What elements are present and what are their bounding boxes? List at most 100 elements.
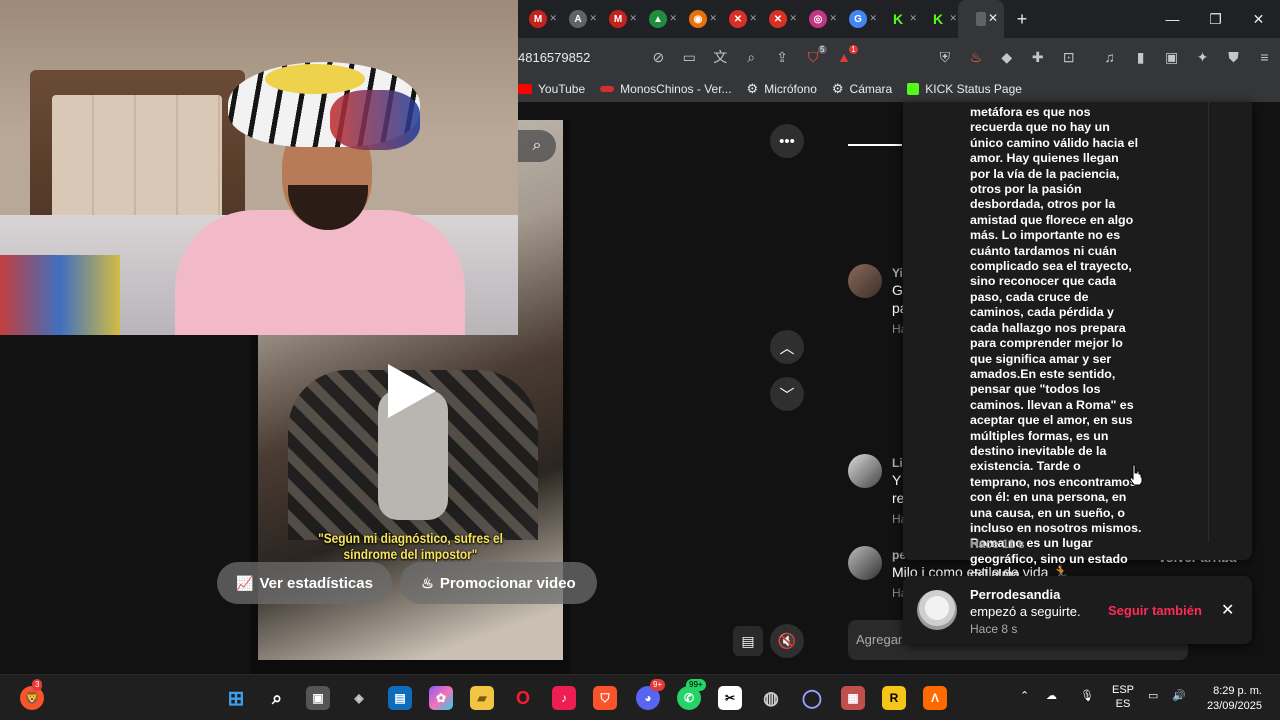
microphone-icon[interactable]: 🎙: [1080, 689, 1094, 703]
diamond-icon[interactable]: ◆: [991, 49, 1022, 66]
close-icon[interactable]: ✕: [1221, 600, 1234, 620]
share-icon[interactable]: ⇪: [767, 49, 798, 66]
system-clock[interactable]: 8:29 p. m. 23/09/2025: [1196, 684, 1262, 714]
pip-button[interactable]: ▤: [733, 626, 763, 656]
browser-tab-active[interactable]: ✕: [958, 0, 1004, 38]
tab-close-icon[interactable]: ✕: [589, 13, 597, 24]
tab-close-icon[interactable]: ✕: [988, 11, 998, 25]
search-button[interactable]: ⌕: [518, 130, 556, 162]
browser-tab[interactable]: G ✕: [838, 0, 878, 38]
tab-close-icon[interactable]: ✕: [869, 13, 877, 24]
zoom-icon[interactable]: ⌕: [736, 49, 767, 66]
network-icon[interactable]: ☁: [1046, 689, 1057, 703]
browser-tab[interactable]: ◉ ✕: [678, 0, 718, 38]
next-video-button[interactable]: ﹀: [770, 377, 804, 411]
file-explorer-icon[interactable]: ▰: [470, 686, 494, 710]
language-indicator[interactable]: ESP ES: [1110, 683, 1136, 711]
tiktok-icon[interactable]: ♪: [552, 686, 576, 710]
tab-close-icon[interactable]: ✕: [629, 13, 637, 24]
unity-icon[interactable]: ◈: [347, 686, 371, 710]
obs-icon[interactable]: ◍: [759, 686, 783, 710]
tab-close-icon[interactable]: ✕: [549, 13, 557, 24]
bookmark-microfono[interactable]: ⚙ Micrófono: [747, 81, 817, 97]
leo-ai-icon[interactable]: ✦: [1187, 49, 1218, 66]
browser-tab[interactable]: K ✕: [918, 0, 958, 38]
tab-close-icon[interactable]: ✕: [709, 13, 717, 24]
tab-close-icon[interactable]: ✕: [749, 13, 757, 24]
bookmarks-bar: YouTube MonosChinos - Ver... ⚙ Micrófono …: [518, 76, 1280, 102]
windows-start-icon[interactable]: ⊞: [224, 686, 248, 710]
maximize-button[interactable]: ❐: [1194, 0, 1237, 38]
view-stats-button[interactable]: 📈 Ver estadísticas: [217, 562, 392, 604]
opera-gx-icon[interactable]: O: [511, 686, 535, 710]
address-bar[interactable]: 4816579852: [518, 50, 643, 65]
browser-tab[interactable]: ✕ ✕: [718, 0, 758, 38]
brave-shields-icon[interactable]: ⛉ 5: [798, 44, 829, 66]
gear-icon: ⚙: [746, 81, 759, 96]
bookmark-monoschinos[interactable]: MonosChinos - Ver...: [600, 82, 732, 96]
tray-chevron-icon[interactable]: ⌃: [1020, 689, 1029, 703]
vpn-icon[interactable]: ⛊: [1218, 49, 1249, 66]
follower-name[interactable]: Perrodesandia: [970, 587, 1060, 602]
capcut-icon[interactable]: ✂: [718, 686, 742, 710]
browser-tab[interactable]: ▲ ✕: [638, 0, 678, 38]
browser-tab[interactable]: M ✕: [598, 0, 638, 38]
bookmark-camara[interactable]: ⚙ Cámara: [832, 81, 892, 97]
comment-text: Y: [892, 472, 902, 488]
media-icon[interactable]: ♫: [1094, 49, 1125, 65]
extensions-icon[interactable]: ✚: [1022, 49, 1053, 66]
minimize-button[interactable]: —: [1151, 0, 1194, 38]
browser-toolbar: 4816579852 ⊘ ▭ 文 ⌕ ⇪ ⛉ 5 ▲ 1 ⛨ ♨ ◆ ✚ ⊡ ♫ ▮…: [518, 38, 1280, 76]
wallet-icon[interactable]: ▣: [1156, 49, 1187, 66]
app-icon[interactable]: ▦: [841, 686, 865, 710]
more-options-button[interactable]: •••: [770, 124, 804, 158]
sidebar-icon[interactable]: ▮: [1125, 49, 1156, 66]
comment-author[interactable]: Li: [892, 456, 903, 470]
play-icon[interactable]: [388, 364, 436, 418]
search-icon[interactable]: ⌕: [265, 686, 289, 710]
aimp-icon[interactable]: Λ: [923, 686, 947, 710]
promote-video-button[interactable]: ♨ Promocionar video: [400, 562, 597, 604]
vpn-shield-icon[interactable]: ⛨: [929, 49, 960, 66]
screenshot-icon[interactable]: ⊡: [1053, 49, 1084, 66]
brave-rewards-icon[interactable]: ▲ 1: [829, 45, 860, 65]
avatar[interactable]: [848, 264, 882, 298]
clock-date: 23/09/2025: [1206, 700, 1262, 712]
cast-icon[interactable]: ▭: [674, 49, 705, 66]
mute-button[interactable]: 🔇: [770, 624, 804, 658]
avatar[interactable]: [848, 454, 882, 488]
comment-author[interactable]: Yi: [892, 266, 903, 280]
avatar[interactable]: [848, 546, 882, 580]
translate-icon[interactable]: 文: [705, 47, 736, 67]
browser-tab[interactable]: ✕ ✕: [758, 0, 798, 38]
task-view-icon[interactable]: ▣: [306, 686, 330, 710]
close-window-button[interactable]: ✕: [1237, 0, 1280, 38]
volume-icon[interactable]: 🔊: [1172, 689, 1186, 703]
browser-tab[interactable]: K ✕: [878, 0, 918, 38]
menu-icon[interactable]: ≡: [1249, 49, 1280, 65]
browser-tab[interactable]: A ✕: [558, 0, 598, 38]
browser-tab[interactable]: ◎ ✕: [798, 0, 838, 38]
tab-close-icon[interactable]: ✕: [829, 13, 837, 24]
bookmark-label: Micrófono: [764, 82, 817, 96]
avatar[interactable]: [917, 590, 957, 630]
browser-tab[interactable]: M ✕: [518, 0, 558, 38]
brave-browser-icon[interactable]: ⛉: [593, 686, 617, 710]
previous-video-button[interactable]: ︿: [770, 330, 804, 364]
bookmark-kick-status[interactable]: KICK Status Page: [907, 82, 1022, 96]
rockstar-icon[interactable]: R: [882, 686, 906, 710]
tab-close-icon[interactable]: ✕: [669, 13, 677, 24]
tab-close-icon[interactable]: ✕: [949, 13, 957, 24]
tab-close-icon[interactable]: ✕: [909, 13, 917, 24]
follow-back-button[interactable]: Seguir también: [1108, 603, 1202, 618]
microsoft-store-icon[interactable]: ▤: [388, 686, 412, 710]
cortana-icon[interactable]: ◯: [800, 686, 824, 710]
tab-close-icon[interactable]: ✕: [789, 13, 797, 24]
display-icon[interactable]: ▭: [1148, 689, 1158, 703]
bookmark-youtube[interactable]: YouTube: [518, 82, 585, 96]
copilot-icon[interactable]: ✿: [429, 686, 453, 710]
discord-notification-count: 9+: [650, 679, 666, 691]
fire-icon[interactable]: ♨: [960, 49, 991, 66]
eye-slash-icon[interactable]: ⊘: [643, 49, 674, 66]
new-tab-button[interactable]: +: [1004, 9, 1040, 30]
